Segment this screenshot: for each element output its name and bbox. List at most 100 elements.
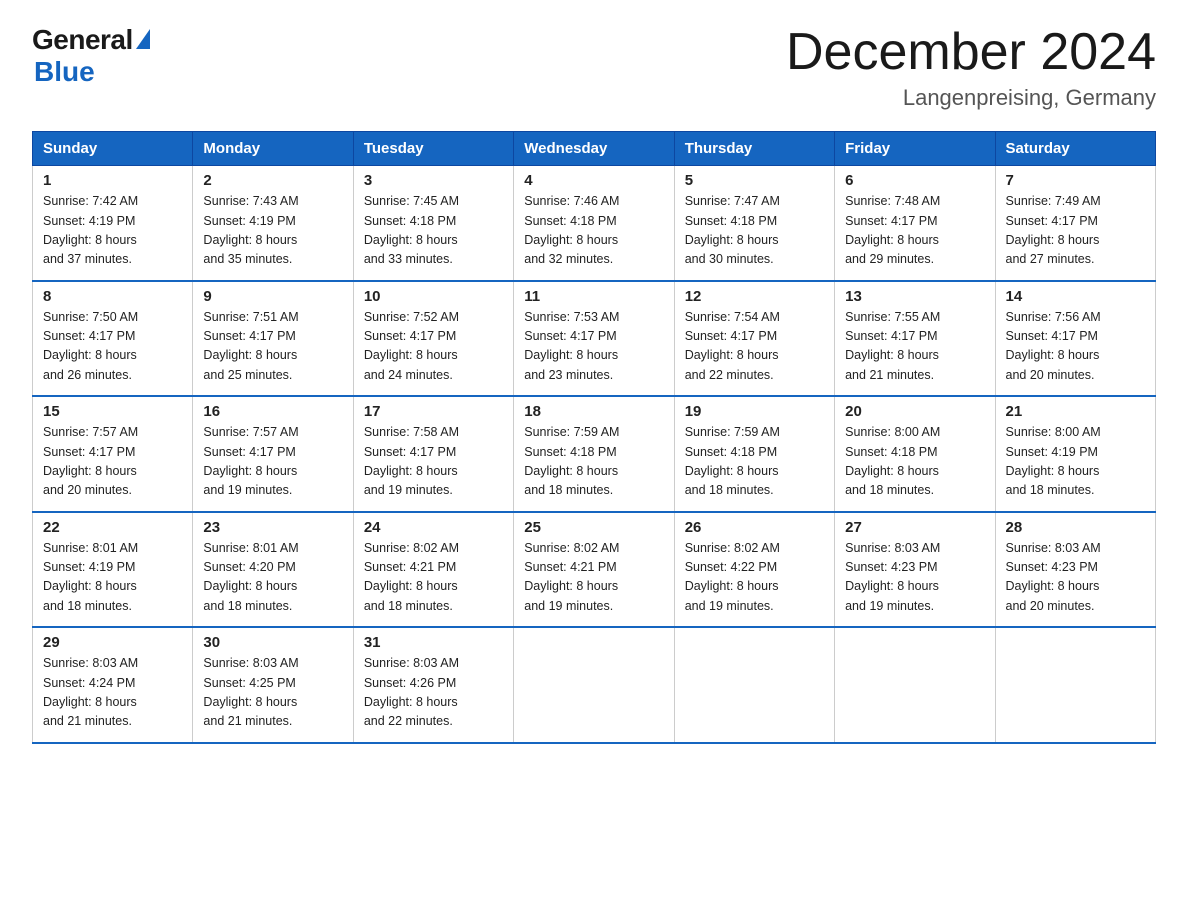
day-number: 4 [524,172,663,189]
title-block: December 2024 Langenpreising, Germany [786,24,1156,111]
day-info: Sunrise: 7:46 AM Sunset: 4:18 PM Dayligh… [524,192,663,270]
day-info: Sunrise: 7:45 AM Sunset: 4:18 PM Dayligh… [364,192,503,270]
day-number: 13 [845,288,984,305]
header-thursday: Thursday [674,132,834,166]
header-row: SundayMondayTuesdayWednesdayThursdayFrid… [33,132,1156,166]
day-info: Sunrise: 8:00 AM Sunset: 4:19 PM Dayligh… [1006,423,1145,501]
day-number: 23 [203,519,342,536]
month-year-title: December 2024 [786,24,1156,81]
day-info: Sunrise: 7:59 AM Sunset: 4:18 PM Dayligh… [524,423,663,501]
calendar-table: SundayMondayTuesdayWednesdayThursdayFrid… [32,131,1156,744]
day-number: 7 [1006,172,1145,189]
day-number: 30 [203,634,342,651]
day-info: Sunrise: 8:01 AM Sunset: 4:19 PM Dayligh… [43,539,182,617]
calendar-cell: 3 Sunrise: 7:45 AM Sunset: 4:18 PM Dayli… [353,166,513,281]
calendar-cell: 27 Sunrise: 8:03 AM Sunset: 4:23 PM Dayl… [835,512,995,628]
logo-triangle-icon [136,29,150,49]
day-info: Sunrise: 7:56 AM Sunset: 4:17 PM Dayligh… [1006,308,1145,386]
day-info: Sunrise: 7:57 AM Sunset: 4:17 PM Dayligh… [43,423,182,501]
calendar-cell: 31 Sunrise: 8:03 AM Sunset: 4:26 PM Dayl… [353,627,513,743]
header-saturday: Saturday [995,132,1155,166]
day-number: 28 [1006,519,1145,536]
calendar-cell: 14 Sunrise: 7:56 AM Sunset: 4:17 PM Dayl… [995,281,1155,397]
day-info: Sunrise: 8:02 AM Sunset: 4:21 PM Dayligh… [364,539,503,617]
day-info: Sunrise: 8:00 AM Sunset: 4:18 PM Dayligh… [845,423,984,501]
calendar-cell: 1 Sunrise: 7:42 AM Sunset: 4:19 PM Dayli… [33,166,193,281]
logo: General Blue [32,24,150,88]
calendar-header: SundayMondayTuesdayWednesdayThursdayFrid… [33,132,1156,166]
calendar-cell: 12 Sunrise: 7:54 AM Sunset: 4:17 PM Dayl… [674,281,834,397]
week-row-3: 15 Sunrise: 7:57 AM Sunset: 4:17 PM Dayl… [33,396,1156,512]
calendar-cell: 21 Sunrise: 8:00 AM Sunset: 4:19 PM Dayl… [995,396,1155,512]
calendar-cell: 8 Sunrise: 7:50 AM Sunset: 4:17 PM Dayli… [33,281,193,397]
day-number: 12 [685,288,824,305]
header-friday: Friday [835,132,995,166]
day-number: 27 [845,519,984,536]
calendar-cell: 4 Sunrise: 7:46 AM Sunset: 4:18 PM Dayli… [514,166,674,281]
page-header: General Blue December 2024 Langenpreisin… [32,24,1156,111]
day-info: Sunrise: 7:52 AM Sunset: 4:17 PM Dayligh… [364,308,503,386]
day-info: Sunrise: 8:02 AM Sunset: 4:22 PM Dayligh… [685,539,824,617]
calendar-cell: 24 Sunrise: 8:02 AM Sunset: 4:21 PM Dayl… [353,512,513,628]
calendar-cell: 9 Sunrise: 7:51 AM Sunset: 4:17 PM Dayli… [193,281,353,397]
day-number: 20 [845,403,984,420]
day-number: 5 [685,172,824,189]
calendar-cell: 28 Sunrise: 8:03 AM Sunset: 4:23 PM Dayl… [995,512,1155,628]
calendar-cell: 10 Sunrise: 7:52 AM Sunset: 4:17 PM Dayl… [353,281,513,397]
header-tuesday: Tuesday [353,132,513,166]
day-number: 8 [43,288,182,305]
day-info: Sunrise: 8:01 AM Sunset: 4:20 PM Dayligh… [203,539,342,617]
day-info: Sunrise: 8:03 AM Sunset: 4:23 PM Dayligh… [1006,539,1145,617]
day-number: 15 [43,403,182,420]
day-info: Sunrise: 8:03 AM Sunset: 4:26 PM Dayligh… [364,654,503,732]
day-number: 26 [685,519,824,536]
logo-blue-text: Blue [34,56,95,88]
calendar-cell [835,627,995,743]
day-number: 19 [685,403,824,420]
calendar-cell: 25 Sunrise: 8:02 AM Sunset: 4:21 PM Dayl… [514,512,674,628]
logo-general-text: General [32,24,133,56]
calendar-cell [995,627,1155,743]
day-info: Sunrise: 7:57 AM Sunset: 4:17 PM Dayligh… [203,423,342,501]
day-number: 17 [364,403,503,420]
day-number: 31 [364,634,503,651]
calendar-cell: 17 Sunrise: 7:58 AM Sunset: 4:17 PM Dayl… [353,396,513,512]
week-row-4: 22 Sunrise: 8:01 AM Sunset: 4:19 PM Dayl… [33,512,1156,628]
calendar-cell: 5 Sunrise: 7:47 AM Sunset: 4:18 PM Dayli… [674,166,834,281]
calendar-cell: 16 Sunrise: 7:57 AM Sunset: 4:17 PM Dayl… [193,396,353,512]
header-sunday: Sunday [33,132,193,166]
day-number: 29 [43,634,182,651]
calendar-cell: 11 Sunrise: 7:53 AM Sunset: 4:17 PM Dayl… [514,281,674,397]
day-number: 16 [203,403,342,420]
calendar-cell: 18 Sunrise: 7:59 AM Sunset: 4:18 PM Dayl… [514,396,674,512]
day-info: Sunrise: 7:49 AM Sunset: 4:17 PM Dayligh… [1006,192,1145,270]
calendar-cell: 6 Sunrise: 7:48 AM Sunset: 4:17 PM Dayli… [835,166,995,281]
week-row-1: 1 Sunrise: 7:42 AM Sunset: 4:19 PM Dayli… [33,166,1156,281]
day-info: Sunrise: 7:43 AM Sunset: 4:19 PM Dayligh… [203,192,342,270]
day-number: 1 [43,172,182,189]
day-number: 18 [524,403,663,420]
day-info: Sunrise: 7:51 AM Sunset: 4:17 PM Dayligh… [203,308,342,386]
day-number: 21 [1006,403,1145,420]
day-number: 24 [364,519,503,536]
calendar-cell: 26 Sunrise: 8:02 AM Sunset: 4:22 PM Dayl… [674,512,834,628]
day-info: Sunrise: 7:47 AM Sunset: 4:18 PM Dayligh… [685,192,824,270]
day-info: Sunrise: 8:03 AM Sunset: 4:25 PM Dayligh… [203,654,342,732]
day-number: 14 [1006,288,1145,305]
calendar-cell: 30 Sunrise: 8:03 AM Sunset: 4:25 PM Dayl… [193,627,353,743]
day-number: 9 [203,288,342,305]
day-info: Sunrise: 7:48 AM Sunset: 4:17 PM Dayligh… [845,192,984,270]
day-info: Sunrise: 8:03 AM Sunset: 4:23 PM Dayligh… [845,539,984,617]
day-number: 3 [364,172,503,189]
calendar-cell: 2 Sunrise: 7:43 AM Sunset: 4:19 PM Dayli… [193,166,353,281]
day-number: 22 [43,519,182,536]
calendar-cell: 29 Sunrise: 8:03 AM Sunset: 4:24 PM Dayl… [33,627,193,743]
calendar-cell: 20 Sunrise: 8:00 AM Sunset: 4:18 PM Dayl… [835,396,995,512]
calendar-cell: 13 Sunrise: 7:55 AM Sunset: 4:17 PM Dayl… [835,281,995,397]
calendar-cell: 7 Sunrise: 7:49 AM Sunset: 4:17 PM Dayli… [995,166,1155,281]
week-row-5: 29 Sunrise: 8:03 AM Sunset: 4:24 PM Dayl… [33,627,1156,743]
calendar-cell [674,627,834,743]
day-number: 11 [524,288,663,305]
calendar-cell: 19 Sunrise: 7:59 AM Sunset: 4:18 PM Dayl… [674,396,834,512]
header-wednesday: Wednesday [514,132,674,166]
